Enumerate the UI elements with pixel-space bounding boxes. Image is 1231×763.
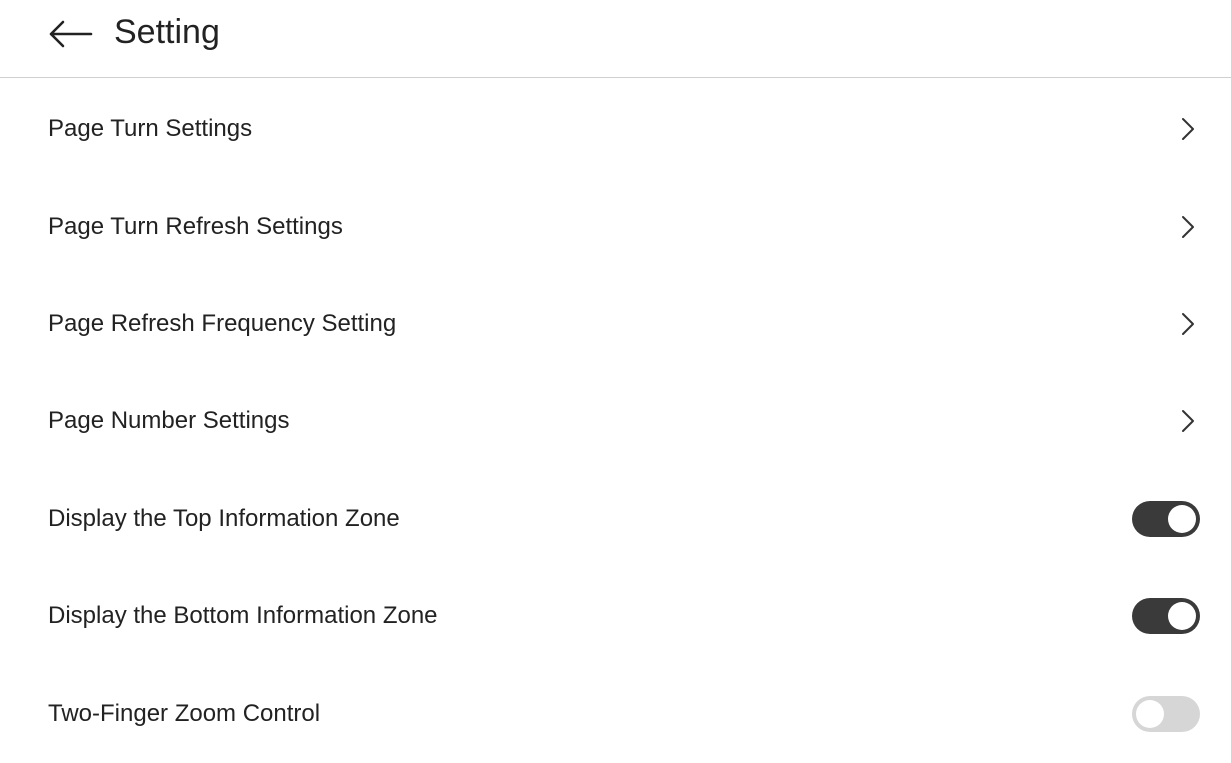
page-refresh-frequency-setting-item[interactable]: Page Refresh Frequency Setting [0,275,1231,373]
item-label: Display the Bottom Information Zone [48,602,438,629]
chevron-right-icon [1182,216,1194,238]
chevron-right-icon [1182,118,1194,140]
two-finger-zoom-item: Two-Finger Zoom Control [0,665,1231,763]
arrow-left-icon [49,20,93,48]
top-info-zone-toggle[interactable] [1132,501,1200,537]
chevron-right-icon [1182,410,1194,432]
page-turn-settings-item[interactable]: Page Turn Settings [0,80,1231,178]
item-label: Display the Top Information Zone [48,505,400,532]
app-header: Setting [0,0,1231,78]
item-label: Two-Finger Zoom Control [48,700,321,727]
two-finger-zoom-toggle[interactable] [1132,696,1200,732]
bottom-info-zone-toggle[interactable] [1132,598,1200,634]
item-label: Page Turn Settings [48,115,253,142]
bottom-info-zone-item: Display the Bottom Information Zone [0,567,1231,665]
chevron-right-icon [1182,313,1194,335]
toggle-knob [1168,505,1196,533]
toggle-knob [1168,602,1196,630]
toggle-knob [1136,700,1164,728]
page-number-settings-item[interactable]: Page Number Settings [0,372,1231,470]
page-title: Setting [114,13,220,51]
top-info-zone-item: Display the Top Information Zone [0,470,1231,568]
page-turn-refresh-settings-item[interactable]: Page Turn Refresh Settings [0,178,1231,276]
item-label: Page Refresh Frequency Setting [48,310,397,337]
item-label: Page Number Settings [48,407,290,434]
back-button[interactable] [44,12,96,56]
item-label: Page Turn Refresh Settings [48,213,343,240]
